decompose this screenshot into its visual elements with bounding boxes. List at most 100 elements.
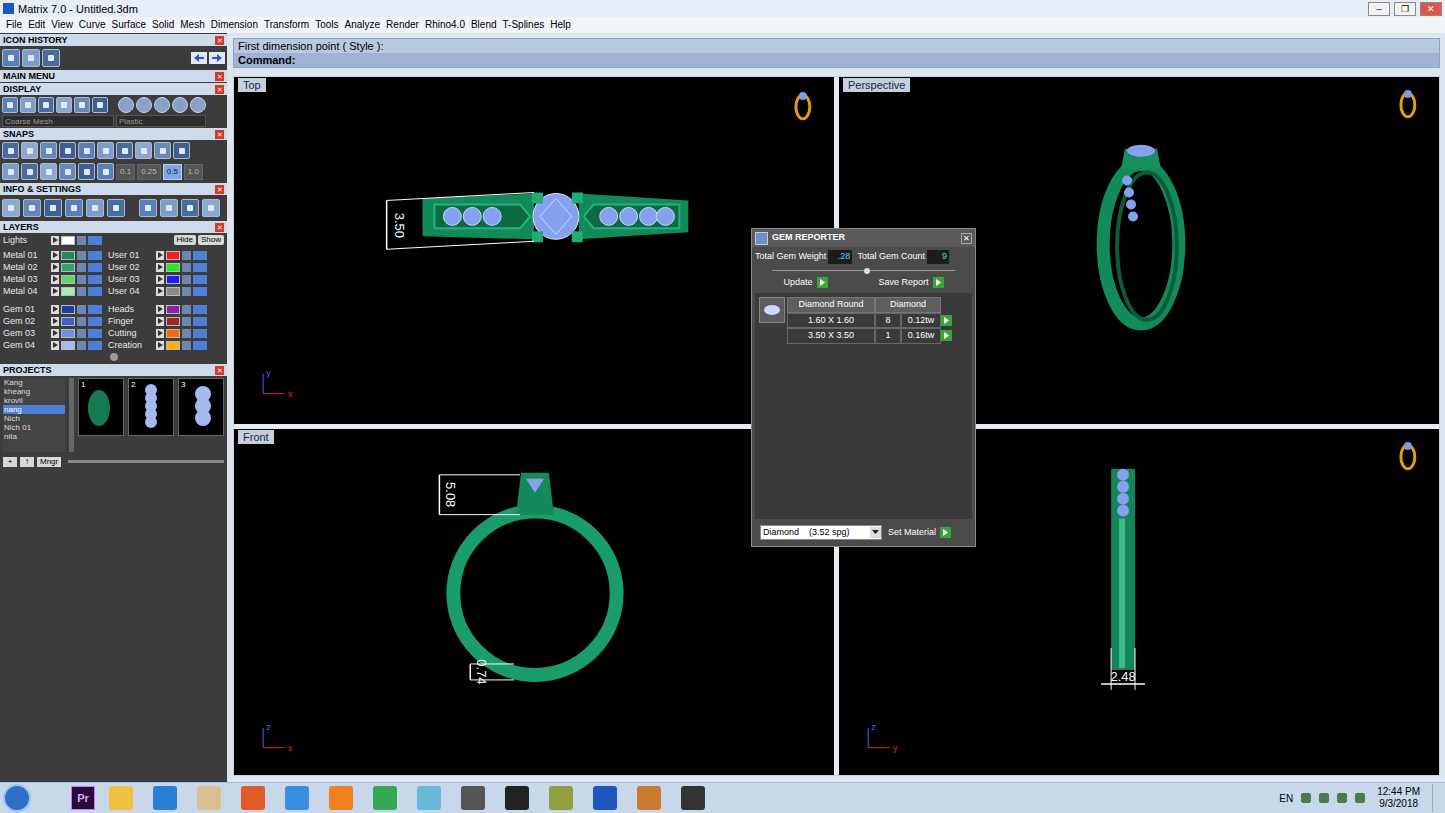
layer-color-swatch[interactable] [61,251,75,260]
snap-value-button[interactable]: 1.0 [184,164,203,180]
section-close-button[interactable]: ✕ [215,366,224,375]
menu-item[interactable]: T-Splines [500,18,548,32]
project-thumbnail[interactable]: 1 [78,378,124,436]
taskbar-app-icon[interactable] [681,786,705,810]
tool-icon[interactable] [2,49,20,67]
layer-visibility-icon[interactable] [193,287,207,296]
layer-lock-icon[interactable] [182,263,191,272]
layer-lock-icon[interactable] [77,341,86,350]
add-project-button[interactable]: + [3,457,17,467]
layer-visibility-icon[interactable] [88,236,102,245]
layer-color-swatch[interactable] [61,275,75,284]
tool-icon[interactable] [202,199,220,217]
layer-row[interactable]: Gem 01 [3,303,102,315]
menu-item[interactable]: Tools [312,18,341,32]
top-view-drawing[interactable]: 3.50yx [234,77,834,424]
layer-arrow-icon[interactable] [51,305,59,314]
tool-icon[interactable] [160,199,178,217]
layer-color-swatch[interactable] [61,287,75,296]
layer-visibility-icon[interactable] [88,287,102,296]
shading-sphere-icon[interactable] [172,97,188,113]
layer-visibility-icon[interactable] [88,251,102,260]
show-desktop-button[interactable] [1432,784,1442,812]
layer-color-swatch[interactable] [61,329,75,338]
tool-icon[interactable] [23,199,41,217]
project-item[interactable]: kheang [3,387,65,396]
layer-row[interactable]: User 03 [108,273,207,285]
tool-icon[interactable] [59,163,76,180]
tray-icon[interactable] [1355,793,1365,803]
gem-row[interactable]: 1.60 X 1.6080.12tw [787,313,952,329]
project-item[interactable]: Nich 01 [3,423,65,432]
section-close-button[interactable]: ✕ [215,85,224,94]
layer-lock-icon[interactable] [77,251,86,260]
layer-color-swatch[interactable] [61,317,75,326]
front-view-drawing[interactable]: 5.080.74zx [234,429,834,776]
material-dropdown[interactable]: Plastic [116,115,206,127]
layer-row[interactable]: User 02 [108,261,207,273]
layer-arrow-icon[interactable] [156,287,164,296]
layer-row[interactable]: Lights [3,234,102,246]
layer-visibility-icon[interactable] [193,305,207,314]
layer-row[interactable]: Finger [108,315,207,327]
taskbar-app-icon[interactable] [329,786,353,810]
window-control-button[interactable]: ✕ [1420,2,1442,16]
snap-value-button[interactable]: 0.25 [137,164,161,180]
command-input[interactable] [295,53,1435,67]
tool-icon[interactable] [40,163,57,180]
layer-visibility-icon[interactable] [193,263,207,272]
menu-item[interactable]: Edit [25,18,48,32]
taskbar-app-icon[interactable] [285,786,309,810]
viewport-label[interactable]: Top [238,78,266,92]
tool-icon[interactable] [107,199,125,217]
language-indicator[interactable]: EN [1279,791,1293,806]
layer-visibility-icon[interactable] [88,329,102,338]
snap-value-button[interactable]: 0.5 [163,164,182,180]
layer-color-swatch[interactable] [166,305,180,314]
view-cube-icon[interactable] [1401,441,1415,468]
tool-icon[interactable] [21,163,38,180]
project-list[interactable]: KangkheangkrovilnangNichNich 01nita [3,378,65,452]
layer-visibility-icon[interactable] [193,317,207,326]
tool-icon[interactable] [56,97,72,113]
section-header[interactable]: DISPLAY✕ [0,83,227,95]
start-button[interactable] [3,784,31,812]
layer-arrow-icon[interactable] [156,317,164,326]
hide-button[interactable]: Hide [174,235,196,245]
project-item[interactable]: nita [3,432,65,441]
layer-arrow-icon[interactable] [156,341,164,350]
layer-visibility-icon[interactable] [193,329,207,338]
layer-visibility-icon[interactable] [88,305,102,314]
layer-lock-icon[interactable] [77,263,86,272]
mesh-dropdown[interactable]: Coarse Mesh [2,115,114,127]
layer-arrow-icon[interactable] [51,287,59,296]
layer-visibility-icon[interactable] [193,341,207,350]
layer-row[interactable]: User 04 [108,285,207,297]
tool-icon[interactable] [38,97,54,113]
menu-item[interactable]: Solid [149,18,177,32]
menu-item[interactable]: Blend [468,18,500,32]
layer-visibility-icon[interactable] [193,251,207,260]
forward-arrow-icon[interactable] [209,52,225,64]
menu-item[interactable]: Help [547,18,574,32]
view-cube-icon[interactable] [796,92,810,119]
layer-row[interactable]: Gem 04 [3,339,102,351]
viewport[interactable]: 3.50yxTop [234,77,834,424]
window-control-button[interactable]: ❐ [1394,2,1416,16]
layer-row[interactable]: Heads [108,303,207,315]
section-close-button[interactable]: ✕ [215,36,224,45]
tool-icon[interactable] [97,163,114,180]
tray-icon[interactable] [1301,793,1311,803]
layer-lock-icon[interactable] [182,275,191,284]
taskbar-app-icon[interactable] [593,786,617,810]
menu-item[interactable]: View [48,18,76,32]
tool-icon[interactable] [65,199,83,217]
manager-button[interactable]: Mngr [37,457,61,467]
window-control-button[interactable]: – [1368,2,1390,16]
tray-icon[interactable] [1319,793,1329,803]
row-action-icon[interactable] [941,330,952,341]
layer-arrow-icon[interactable] [51,275,59,284]
layer-row[interactable]: Cutting [108,327,207,339]
layer-lock-icon[interactable] [77,275,86,284]
layer-arrow-icon[interactable] [51,251,59,260]
